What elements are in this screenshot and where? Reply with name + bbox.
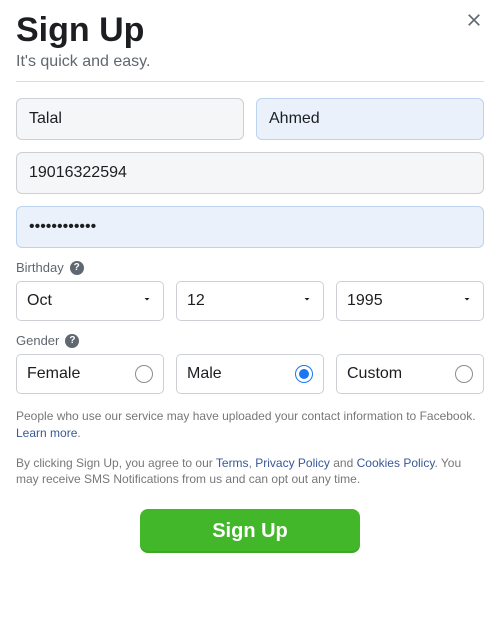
radio-icon: [295, 365, 313, 383]
learn-more-link[interactable]: Learn more: [16, 426, 77, 440]
last-name-input[interactable]: [256, 98, 484, 140]
birthday-day-value: 12: [187, 292, 205, 310]
chevron-down-icon: [141, 292, 153, 310]
dialog-header: Sign Up It's quick and easy.: [16, 12, 484, 82]
birthday-month-select[interactable]: Oct: [16, 281, 164, 321]
birthday-year-value: 1995: [347, 292, 383, 310]
disclaimer-contact: People who use our service may have uplo…: [16, 408, 484, 440]
radio-icon: [135, 365, 153, 383]
contact-input[interactable]: [16, 152, 484, 194]
dialog-title: Sign Up: [16, 12, 484, 49]
sign-up-button[interactable]: Sign Up: [140, 509, 360, 553]
birthday-label: Birthday ?: [16, 260, 484, 275]
gender-option-label: Male: [187, 365, 222, 383]
chevron-down-icon: [461, 292, 473, 310]
birthday-label-text: Birthday: [16, 260, 64, 275]
cookies-link[interactable]: Cookies Policy: [357, 456, 435, 470]
gender-option-female[interactable]: Female: [16, 354, 164, 394]
password-input[interactable]: [16, 206, 484, 248]
close-icon: [464, 10, 484, 35]
gender-option-label: Female: [27, 365, 80, 383]
radio-icon: [455, 365, 473, 383]
disclaimer-terms: By clicking Sign Up, you agree to our Te…: [16, 455, 484, 487]
birthday-day-select[interactable]: 12: [176, 281, 324, 321]
birthday-year-select[interactable]: 1995: [336, 281, 484, 321]
gender-option-label: Custom: [347, 365, 402, 383]
help-icon[interactable]: ?: [70, 261, 84, 275]
privacy-link[interactable]: Privacy Policy: [255, 456, 330, 470]
chevron-down-icon: [301, 292, 313, 310]
gender-label: Gender ?: [16, 333, 484, 348]
close-button[interactable]: [460, 8, 488, 36]
gender-label-text: Gender: [16, 333, 59, 348]
birthday-month-value: Oct: [27, 292, 52, 310]
dialog-subtitle: It's quick and easy.: [16, 53, 484, 71]
signup-dialog: Sign Up It's quick and easy. Birthday ? …: [0, 0, 500, 577]
first-name-input[interactable]: [16, 98, 244, 140]
terms-link[interactable]: Terms: [216, 456, 249, 470]
gender-option-male[interactable]: Male: [176, 354, 324, 394]
gender-option-custom[interactable]: Custom: [336, 354, 484, 394]
help-icon[interactable]: ?: [65, 334, 79, 348]
